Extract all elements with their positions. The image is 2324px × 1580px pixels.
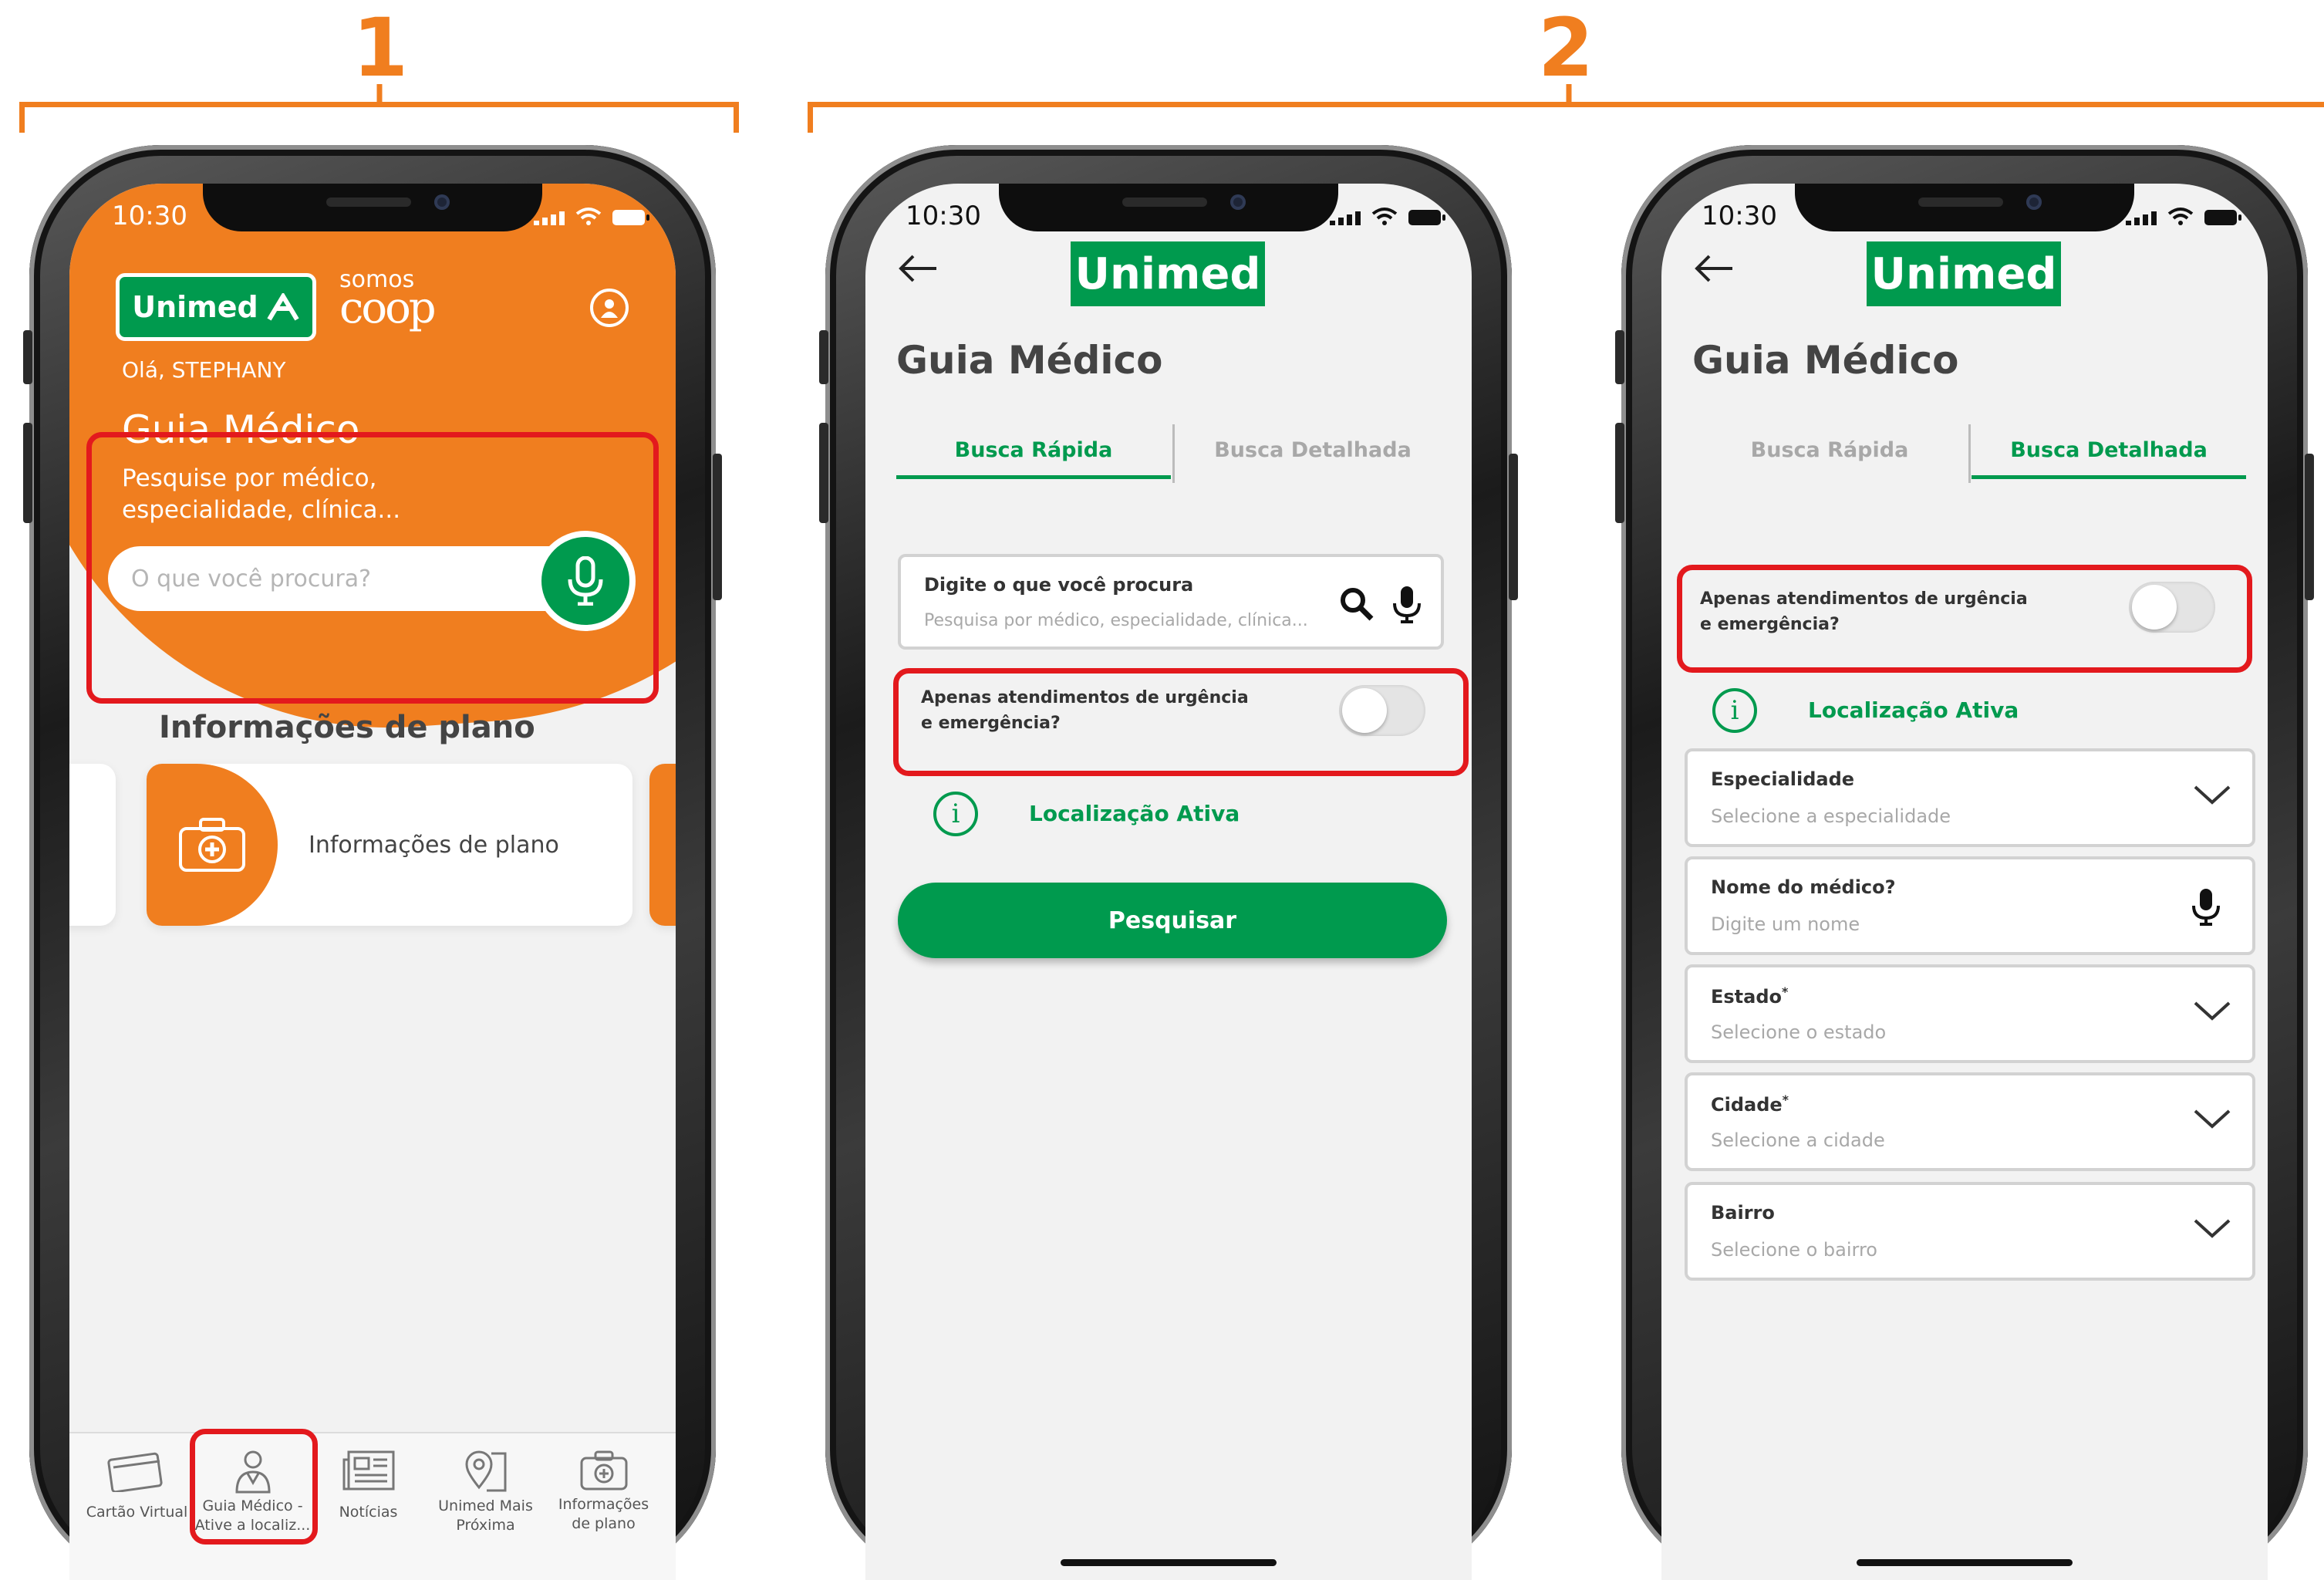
- section-title: Informações de plano: [159, 710, 535, 745]
- estado-select[interactable]: Estado* Selecione o estado: [1685, 964, 2255, 1063]
- search-field[interactable]: Digite o que você procura Pesquisa por m…: [898, 554, 1444, 650]
- highlight-emergency-toggle: [1677, 565, 2252, 673]
- search-button[interactable]: Pesquisar: [898, 883, 1447, 958]
- home-indicator: [1061, 1559, 1277, 1566]
- plan-info-card[interactable]: Informações de plano: [147, 764, 632, 926]
- field-label: Especialidade: [1711, 768, 1855, 790]
- wifi-icon: [575, 208, 602, 225]
- back-arrow-icon[interactable]: [896, 253, 939, 284]
- bottom-navigation: Cartão Virtual Guia Médico - Ative a loc…: [69, 1429, 676, 1580]
- status-icons: [1330, 207, 1445, 225]
- medical-kit-icon: [179, 818, 245, 872]
- step-bracket-1: [19, 84, 739, 133]
- step-number-2: 2: [1537, 1, 1594, 95]
- phone-frame-2: 10:30 Unimed Guia Médico Busca Rápida Bu…: [819, 145, 1518, 1580]
- location-status: Localização Ativa: [1029, 801, 1240, 826]
- user-icon: [601, 299, 618, 318]
- plan-card-right-partial[interactable]: [649, 764, 676, 926]
- field-placeholder: Selecione a especialidade: [1711, 805, 1951, 827]
- tab-active-underline: [1972, 475, 2246, 479]
- location-status: Localização Ativa: [1808, 697, 2019, 723]
- unimed-logo: Unimed: [116, 273, 316, 341]
- chevron-down-icon: [2194, 1109, 2231, 1129]
- tab-divider: [1968, 424, 1971, 483]
- especialidade-select[interactable]: Especialidade Selecione a especialidade: [1685, 748, 2255, 847]
- tab-active-underline: [896, 475, 1171, 479]
- tab-busca-detalhada[interactable]: Busca Detalhada: [1175, 438, 1450, 462]
- profile-button[interactable]: [590, 289, 629, 327]
- search-icon[interactable]: [1339, 586, 1374, 622]
- home-indicator: [1857, 1559, 2073, 1566]
- field-placeholder: Digite um nome: [1711, 913, 1860, 935]
- map-pin-icon: [464, 1450, 506, 1492]
- highlight-nav-guia-medico: [190, 1429, 318, 1545]
- nome-medico-input[interactable]: Nome do médico? Digite um nome: [1685, 856, 2255, 955]
- somos-coop-logo: somos coop: [339, 266, 437, 333]
- signal-icon: [1330, 211, 1361, 225]
- highlight-emergency-toggle: [893, 668, 1469, 776]
- wifi-icon: [1371, 208, 1398, 225]
- chevron-down-icon: [2194, 1219, 2231, 1238]
- page-title: Guia Médico: [1692, 338, 1959, 383]
- status-icons: [2126, 207, 2241, 225]
- status-time: 10:30: [112, 201, 187, 231]
- unimed-logo: Unimed: [1867, 241, 2061, 306]
- info-icon[interactable]: i: [1712, 688, 1757, 733]
- plan-card-left-partial[interactable]: [69, 764, 116, 926]
- search-field-label: Digite o que você procura: [924, 574, 1194, 596]
- field-placeholder: Selecione a cidade: [1711, 1129, 1885, 1151]
- back-arrow-icon[interactable]: [1692, 253, 1735, 284]
- tab-busca-rapida[interactable]: Busca Rápida: [1692, 438, 1967, 462]
- field-label: Nome do médico?: [1711, 876, 1896, 898]
- chevron-down-icon: [2194, 785, 2231, 805]
- chevron-down-icon: [2194, 1001, 2231, 1021]
- battery-icon: [1408, 210, 1445, 225]
- field-placeholder: Selecione o estado: [1711, 1021, 1887, 1043]
- tab-busca-detalhada[interactable]: Busca Detalhada: [1972, 438, 2246, 462]
- field-label: Bairro: [1711, 1202, 1775, 1224]
- nav-item-informacoes-de-plano[interactable]: Informações de plano: [544, 1433, 663, 1565]
- status-icons: [534, 207, 649, 225]
- quick-search-screen: 10:30 Unimed Guia Médico Busca Rápida Bu…: [865, 184, 1472, 1580]
- battery-icon: [612, 210, 649, 225]
- card-label: Informações de plano: [309, 832, 559, 859]
- medical-kit-icon: [580, 1450, 627, 1491]
- home-screen: 10:30 Unimed somos coop Olá, STEPHANY Gu…: [69, 184, 676, 1580]
- wifi-icon: [2167, 208, 2194, 225]
- cidade-select[interactable]: Cidade* Selecione a cidade: [1685, 1072, 2255, 1171]
- microphone-icon[interactable]: [2191, 887, 2221, 926]
- search-field-placeholder: Pesquisa por médico, especialidade, clín…: [924, 611, 1308, 630]
- status-time: 10:30: [906, 201, 981, 231]
- signal-icon: [2126, 211, 2157, 225]
- nav-item-noticias[interactable]: Notícias: [309, 1433, 428, 1565]
- tab-divider: [1172, 424, 1175, 483]
- tab-busca-rapida[interactable]: Busca Rápida: [896, 438, 1171, 462]
- battery-icon: [2204, 210, 2241, 225]
- phone-frame-1: 10:30 Unimed somos coop Olá, STEPHANY Gu…: [23, 145, 722, 1580]
- step-bracket-2: [808, 84, 2324, 133]
- phone-frame-3: 10:30 Unimed Guia Médico Busca Rápida Bu…: [1615, 145, 2314, 1580]
- newspaper-icon: [342, 1450, 394, 1491]
- info-icon[interactable]: i: [933, 792, 978, 836]
- nav-item-cartao-virtual[interactable]: Cartão Virtual: [77, 1433, 197, 1565]
- detailed-search-screen: 10:30 Unimed Guia Médico Busca Rápida Bu…: [1661, 184, 2268, 1580]
- microphone-icon[interactable]: [1391, 585, 1422, 623]
- unimed-logo: Unimed: [1071, 241, 1265, 306]
- field-label: Cidade*: [1711, 1092, 1789, 1116]
- page-title: Guia Médico: [896, 338, 1163, 383]
- step-number-1: 1: [352, 1, 409, 95]
- nav-item-unimed-mais-proxima[interactable]: Unimed Mais Próxima: [426, 1433, 545, 1565]
- card-icon: [106, 1452, 163, 1492]
- status-time: 10:30: [1702, 201, 1777, 231]
- highlight-search-box: [86, 432, 659, 704]
- greeting: Olá, STEPHANY: [122, 357, 286, 383]
- field-placeholder: Selecione o bairro: [1711, 1239, 1877, 1261]
- bairro-select[interactable]: Bairro Selecione o bairro: [1685, 1182, 2255, 1281]
- signal-icon: [534, 211, 565, 225]
- field-label: Estado*: [1711, 984, 1789, 1008]
